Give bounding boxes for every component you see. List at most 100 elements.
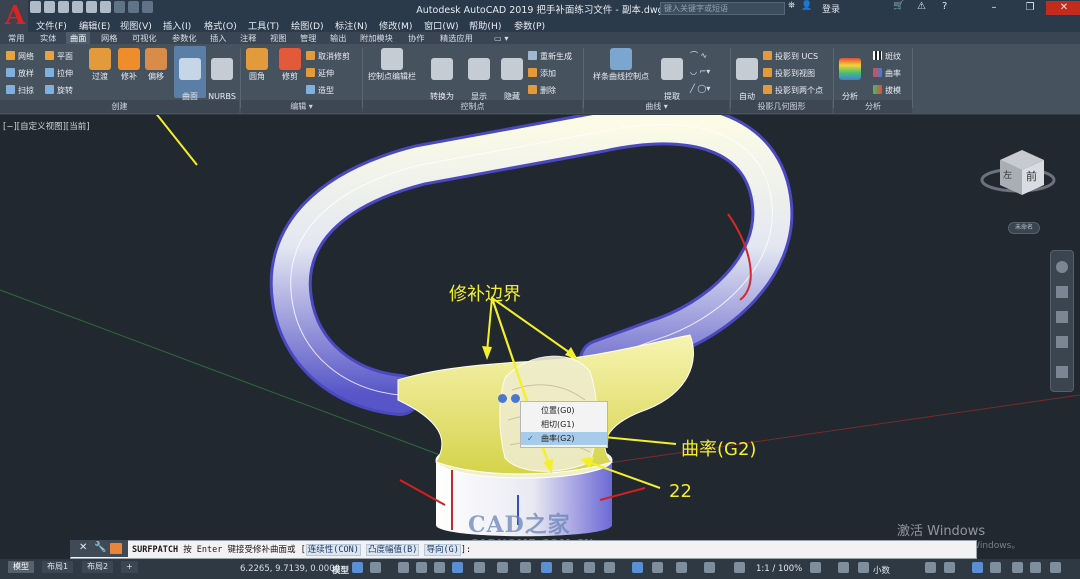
- curve-tools[interactable]: ⌒ ∿: [690, 50, 707, 61]
- menu-modify[interactable]: 修改(M): [379, 18, 412, 32]
- selection-filter-icon[interactable]: [604, 562, 615, 573]
- add-layout-button[interactable]: +: [121, 561, 138, 573]
- tab-solid[interactable]: 实体: [36, 32, 60, 44]
- minimize-button[interactable]: –: [976, 1, 1012, 15]
- units-dropdown[interactable]: 小数: [873, 564, 890, 576]
- menu-parametric[interactable]: 参数(P): [514, 18, 545, 32]
- menu-draw[interactable]: 绘图(D): [291, 18, 324, 32]
- tab-addins[interactable]: 附加模块: [356, 32, 397, 44]
- project-to-view-button[interactable]: 投影到视图: [763, 68, 815, 79]
- login-link[interactable]: 登录: [822, 2, 840, 15]
- selection-cycling-icon[interactable]: [562, 562, 573, 573]
- delete-cv-button[interactable]: 删除: [528, 85, 556, 96]
- lineweight-icon[interactable]: [497, 562, 508, 573]
- user-icon[interactable]: 👤: [801, 1, 812, 11]
- tab-visualize[interactable]: 可视化: [128, 32, 161, 44]
- tab-view[interactable]: 视图: [266, 32, 290, 44]
- cv-edit-bar-button[interactable]: 控制点编辑栏: [364, 48, 420, 82]
- option-continuity[interactable]: 连续性(CON): [305, 544, 361, 556]
- group-label-curves[interactable]: 曲线 ▾: [584, 101, 729, 112]
- ucs-menu[interactable]: 未命名: [1008, 222, 1040, 234]
- zoom-icon[interactable]: [1056, 311, 1068, 323]
- menu-window[interactable]: 窗口(W): [424, 18, 459, 32]
- close-button[interactable]: ✕: [1046, 1, 1080, 15]
- hardware-acceleration-icon[interactable]: [990, 562, 1001, 573]
- menu-edit[interactable]: 编辑(E): [79, 18, 110, 32]
- offset-button[interactable]: 偏移: [142, 48, 170, 82]
- tab-layout2[interactable]: 布局2: [82, 561, 114, 573]
- binoculars-icon[interactable]: ⛯: [788, 1, 795, 11]
- 3d-osnap-icon[interactable]: [541, 562, 552, 573]
- snap-icon[interactable]: [370, 562, 381, 573]
- revolve-button[interactable]: 旋转: [45, 85, 73, 96]
- menu-item-tangent-g1[interactable]: 相切(G1): [521, 418, 607, 431]
- sweep-button[interactable]: 扫掠: [6, 85, 34, 96]
- extend-button[interactable]: 延伸: [306, 68, 334, 79]
- menu-format[interactable]: 格式(O): [204, 18, 237, 32]
- close-command-line-icon[interactable]: ✕: [79, 542, 87, 553]
- option-guides[interactable]: 导向(G): [424, 544, 461, 556]
- option-bulge-magnitude[interactable]: 凸度幅值(B): [365, 544, 420, 556]
- group-label-edit[interactable]: 编辑 ▾: [241, 101, 362, 112]
- isodraft-icon[interactable]: [434, 562, 445, 573]
- transparency-icon[interactable]: [520, 562, 531, 573]
- tab-output[interactable]: 输出: [326, 32, 350, 44]
- cart-icon[interactable]: 🛒: [893, 1, 904, 11]
- curvature-button[interactable]: 曲率: [873, 68, 901, 79]
- annotation-visibility-icon[interactable]: [652, 562, 663, 573]
- grid-icon[interactable]: [352, 562, 363, 573]
- showmotion-icon[interactable]: [1056, 366, 1068, 378]
- menu-file[interactable]: 文件(F): [36, 18, 67, 32]
- tab-surface[interactable]: 曲面: [66, 32, 91, 44]
- menu-view[interactable]: 视图(V): [120, 18, 152, 32]
- dynamic-ucs-icon[interactable]: [584, 562, 595, 573]
- project-to-ucs-button[interactable]: 投影到 UCS: [763, 51, 818, 62]
- workspace-gear-icon[interactable]: [810, 562, 821, 573]
- steering-wheel-icon[interactable]: [1056, 261, 1068, 273]
- spline-cv-button[interactable]: 样条曲线控制点: [588, 48, 654, 82]
- line-tools[interactable]: ╱ ◯▾: [690, 84, 710, 93]
- tab-layout1[interactable]: 布局1: [42, 561, 74, 573]
- lock-ui-icon[interactable]: [944, 562, 955, 573]
- ortho-icon[interactable]: [398, 562, 409, 573]
- menu-help[interactable]: 帮助(H): [469, 18, 501, 32]
- units-icon[interactable]: [858, 562, 869, 573]
- blend-button[interactable]: 过渡: [86, 48, 114, 82]
- customization-icon[interactable]: [1030, 562, 1041, 573]
- navcube-face-front[interactable]: 前: [1026, 168, 1037, 184]
- tab-model[interactable]: 模型: [8, 561, 34, 573]
- model-space-toggle[interactable]: 模型: [332, 564, 349, 576]
- planar-surface-button[interactable]: 平面: [45, 51, 73, 62]
- search-input[interactable]: 键入关键字或短语: [660, 2, 785, 15]
- grip-icon[interactable]: [498, 394, 507, 403]
- polar-icon[interactable]: [416, 562, 427, 573]
- viewport-scale-icon[interactable]: [734, 562, 745, 573]
- menu-tools[interactable]: 工具(T): [248, 18, 279, 32]
- command-icon[interactable]: [110, 543, 122, 554]
- arc-tools[interactable]: ◡ ⌐▾: [690, 67, 710, 76]
- tab-mesh[interactable]: 网格: [97, 32, 121, 44]
- navcube-face-left[interactable]: 左: [1003, 168, 1012, 181]
- menu-dimension[interactable]: 标注(N): [335, 18, 367, 32]
- project-two-points-button[interactable]: 投影到两个点: [763, 85, 823, 96]
- surface-associativity-button[interactable]: 曲面 关联性: [174, 46, 206, 111]
- customize-icon[interactable]: 🔧: [94, 542, 106, 553]
- orbit-icon[interactable]: [1056, 336, 1068, 348]
- tab-annotate[interactable]: 注释: [236, 32, 260, 44]
- fillet-button[interactable]: 圆角: [243, 48, 271, 82]
- fullscreen-icon[interactable]: [1050, 562, 1061, 573]
- osnap-tracking-icon[interactable]: [474, 562, 485, 573]
- zebra-button[interactable]: 斑纹: [873, 51, 901, 62]
- tab-parametric[interactable]: 参数化: [168, 32, 201, 44]
- menu-item-position-g0[interactable]: 位置(G0): [521, 404, 607, 417]
- rebuild-button[interactable]: 重新生成: [528, 51, 572, 62]
- annotation-scale-icon[interactable]: [704, 562, 715, 573]
- tab-home[interactable]: 常用: [4, 32, 28, 44]
- tab-featured-apps[interactable]: 精选应用: [436, 32, 477, 44]
- quick-properties-icon[interactable]: [925, 562, 936, 573]
- annotation-scale-value[interactable]: 1:1 / 100%: [756, 564, 802, 574]
- exchange-icon[interactable]: ⚠: [917, 1, 926, 12]
- gizmo-icon[interactable]: [632, 562, 643, 573]
- restore-button[interactable]: ❐: [1012, 1, 1048, 15]
- trim-button[interactable]: 修剪: [276, 48, 304, 82]
